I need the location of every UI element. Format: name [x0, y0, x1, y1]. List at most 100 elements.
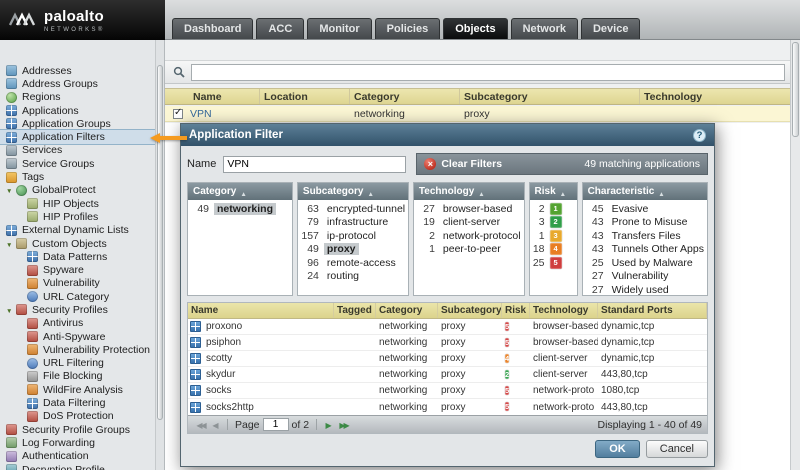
sidebar-item[interactable]: Log Forwarding — [0, 436, 155, 449]
search-icon[interactable] — [170, 63, 188, 81]
expander-icon[interactable] — [6, 304, 16, 316]
first-page-button[interactable] — [193, 419, 208, 431]
sidebar-item[interactable]: Address Groups — [0, 77, 155, 90]
sidebar-item[interactable]: File Blocking — [0, 370, 155, 383]
sidebar-item[interactable]: External Dynamic Lists — [0, 224, 155, 237]
sidebar-item[interactable]: Antivirus — [0, 317, 155, 330]
results-header-name[interactable]: Name — [188, 303, 334, 318]
characteristic-filter-item[interactable]: 45 Evasive — [583, 202, 707, 216]
sidebar-item[interactable]: Service Groups — [0, 157, 155, 170]
results-row[interactable]: skydur networking proxy 2 client-server — [188, 367, 707, 383]
sidebar-scrollbar[interactable] — [155, 40, 164, 470]
next-page-button[interactable] — [321, 419, 336, 431]
sidebar-item[interactable]: URL Category — [0, 290, 155, 303]
category-column-header[interactable]: Category — [188, 183, 292, 200]
table-row-vpn[interactable]: VPN networking proxy — [165, 106, 790, 122]
technology-filter-item[interactable]: 2 network-protocol — [414, 229, 524, 243]
risk-filter-item[interactable]: 18 4 — [530, 243, 577, 257]
sidebar-item[interactable]: Application Groups — [0, 117, 155, 130]
characteristic-column-header[interactable]: Characteristic — [583, 183, 707, 200]
ok-button[interactable]: OK — [595, 440, 640, 458]
subcategory-filter-item[interactable]: 96 remote-access — [298, 256, 408, 270]
nav-tab[interactable]: ACC — [256, 18, 304, 39]
sidebar-item[interactable]: Services — [0, 144, 155, 157]
results-row[interactable]: psiphon networking proxy 5 browser-based — [188, 335, 707, 351]
nav-tab[interactable]: Device — [581, 18, 640, 39]
sidebar-item[interactable]: Addresses — [0, 64, 155, 77]
row-checkbox[interactable] — [173, 109, 183, 119]
filter-name-input[interactable] — [223, 156, 406, 173]
column-header-category[interactable]: Category — [350, 89, 460, 104]
sidebar-item[interactable]: HIP Profiles — [0, 210, 155, 223]
subcategory-filter-item[interactable]: 79 infrastructure — [298, 216, 408, 230]
subcategory-filter-item[interactable]: 49 proxy — [298, 243, 408, 257]
sidebar-item[interactable]: DoS Protection — [0, 410, 155, 423]
risk-filter-item[interactable]: 2 1 — [530, 202, 577, 216]
sidebar-item[interactable]: Security Profiles — [0, 303, 155, 316]
sidebar-item[interactable]: Data Filtering — [0, 396, 155, 409]
characteristic-filter-item[interactable]: 43 Transfers Files — [583, 229, 707, 243]
subcategory-column-header[interactable]: Subcategory — [298, 183, 408, 200]
sidebar-item[interactable]: Application Filters — [0, 130, 155, 143]
nav-tab[interactable]: Network — [511, 18, 578, 39]
sidebar-item[interactable]: Applications — [0, 104, 155, 117]
technology-filter-item[interactable]: 1 peer-to-peer — [414, 243, 524, 257]
technology-filter-item[interactable]: 19 client-server — [414, 216, 524, 230]
sidebar-item[interactable]: Spyware — [0, 263, 155, 276]
characteristic-filter-item[interactable]: 27 Widely used — [583, 283, 707, 295]
column-header-subcategory[interactable]: Subcategory — [460, 89, 640, 104]
subcategory-filter-item[interactable]: 157 ip-protocol — [298, 229, 408, 243]
sidebar-item[interactable]: URL Filtering — [0, 357, 155, 370]
characteristic-filter-item[interactable]: 43 Tunnels Other Apps — [583, 243, 707, 257]
results-header-ports[interactable]: Standard Ports — [598, 303, 707, 318]
results-header-technology[interactable]: Technology — [530, 303, 598, 318]
sidebar-item[interactable]: Vulnerability — [0, 277, 155, 290]
technology-column-header[interactable]: Technology — [414, 183, 524, 200]
sidebar-item[interactable]: Tags — [0, 170, 155, 183]
cancel-button[interactable]: Cancel — [646, 440, 708, 458]
results-row[interactable]: socks networking proxy 5 network-proto — [188, 383, 707, 399]
characteristic-filter-item[interactable]: 25 Used by Malware — [583, 256, 707, 270]
results-header-category[interactable]: Category — [376, 303, 438, 318]
column-header-technology[interactable]: Technology — [640, 89, 790, 104]
subcategory-filter-item[interactable]: 63 encrypted-tunnel — [298, 202, 408, 216]
help-icon[interactable] — [693, 129, 706, 142]
results-header-tagged[interactable]: Tagged — [334, 303, 376, 318]
results-header-risk[interactable]: Risk — [502, 303, 530, 318]
characteristic-filter-item[interactable]: 43 Prone to Misuse — [583, 216, 707, 230]
sidebar-item[interactable]: Custom Objects — [0, 237, 155, 250]
sidebar-item[interactable]: Anti-Spyware — [0, 330, 155, 343]
sidebar-item[interactable]: Vulnerability Protection — [0, 343, 155, 356]
risk-column-header[interactable]: Risk — [530, 183, 577, 200]
column-header-name[interactable]: Name — [165, 89, 260, 104]
results-row[interactable]: socks2http networking proxy 5 network-pr… — [188, 399, 707, 415]
sidebar-item[interactable]: Regions — [0, 91, 155, 104]
prev-page-button[interactable] — [208, 419, 223, 431]
sidebar-item[interactable]: Authentication — [0, 450, 155, 463]
sidebar-item[interactable]: Decryption Profile — [0, 463, 155, 470]
results-header-subcategory[interactable]: Subcategory — [438, 303, 502, 318]
main-scrollbar-thumb[interactable] — [792, 42, 799, 137]
nav-tab[interactable]: Monitor — [307, 18, 371, 39]
risk-filter-item[interactable]: 1 3 — [530, 229, 577, 243]
subcategory-filter-item[interactable]: 24 routing — [298, 270, 408, 284]
search-input[interactable] — [191, 64, 785, 81]
page-input[interactable] — [263, 418, 289, 431]
sidebar-item[interactable]: HIP Objects — [0, 197, 155, 210]
object-name-link[interactable]: VPN — [190, 108, 212, 120]
nav-tab[interactable]: Objects — [443, 18, 507, 39]
sidebar-scrollbar-thumb[interactable] — [157, 65, 163, 420]
column-header-location[interactable]: Location — [260, 89, 350, 104]
results-row[interactable]: proxono networking proxy 5 browser-based — [188, 319, 707, 335]
risk-filter-item[interactable]: 3 2 — [530, 216, 577, 230]
category-filter-item[interactable]: 49 networking — [188, 202, 292, 216]
sidebar-item[interactable]: GlobalProtect — [0, 184, 155, 197]
clear-filters-button[interactable]: Clear Filters — [424, 158, 502, 170]
results-row[interactable]: scotty networking proxy 4 client-server — [188, 351, 707, 367]
expander-icon[interactable] — [6, 184, 16, 196]
risk-filter-item[interactable]: 25 5 — [530, 256, 577, 270]
nav-tab[interactable]: Policies — [375, 18, 441, 39]
sidebar-item[interactable]: Security Profile Groups — [0, 423, 155, 436]
main-scrollbar[interactable] — [790, 40, 800, 470]
last-page-button[interactable] — [336, 419, 351, 431]
